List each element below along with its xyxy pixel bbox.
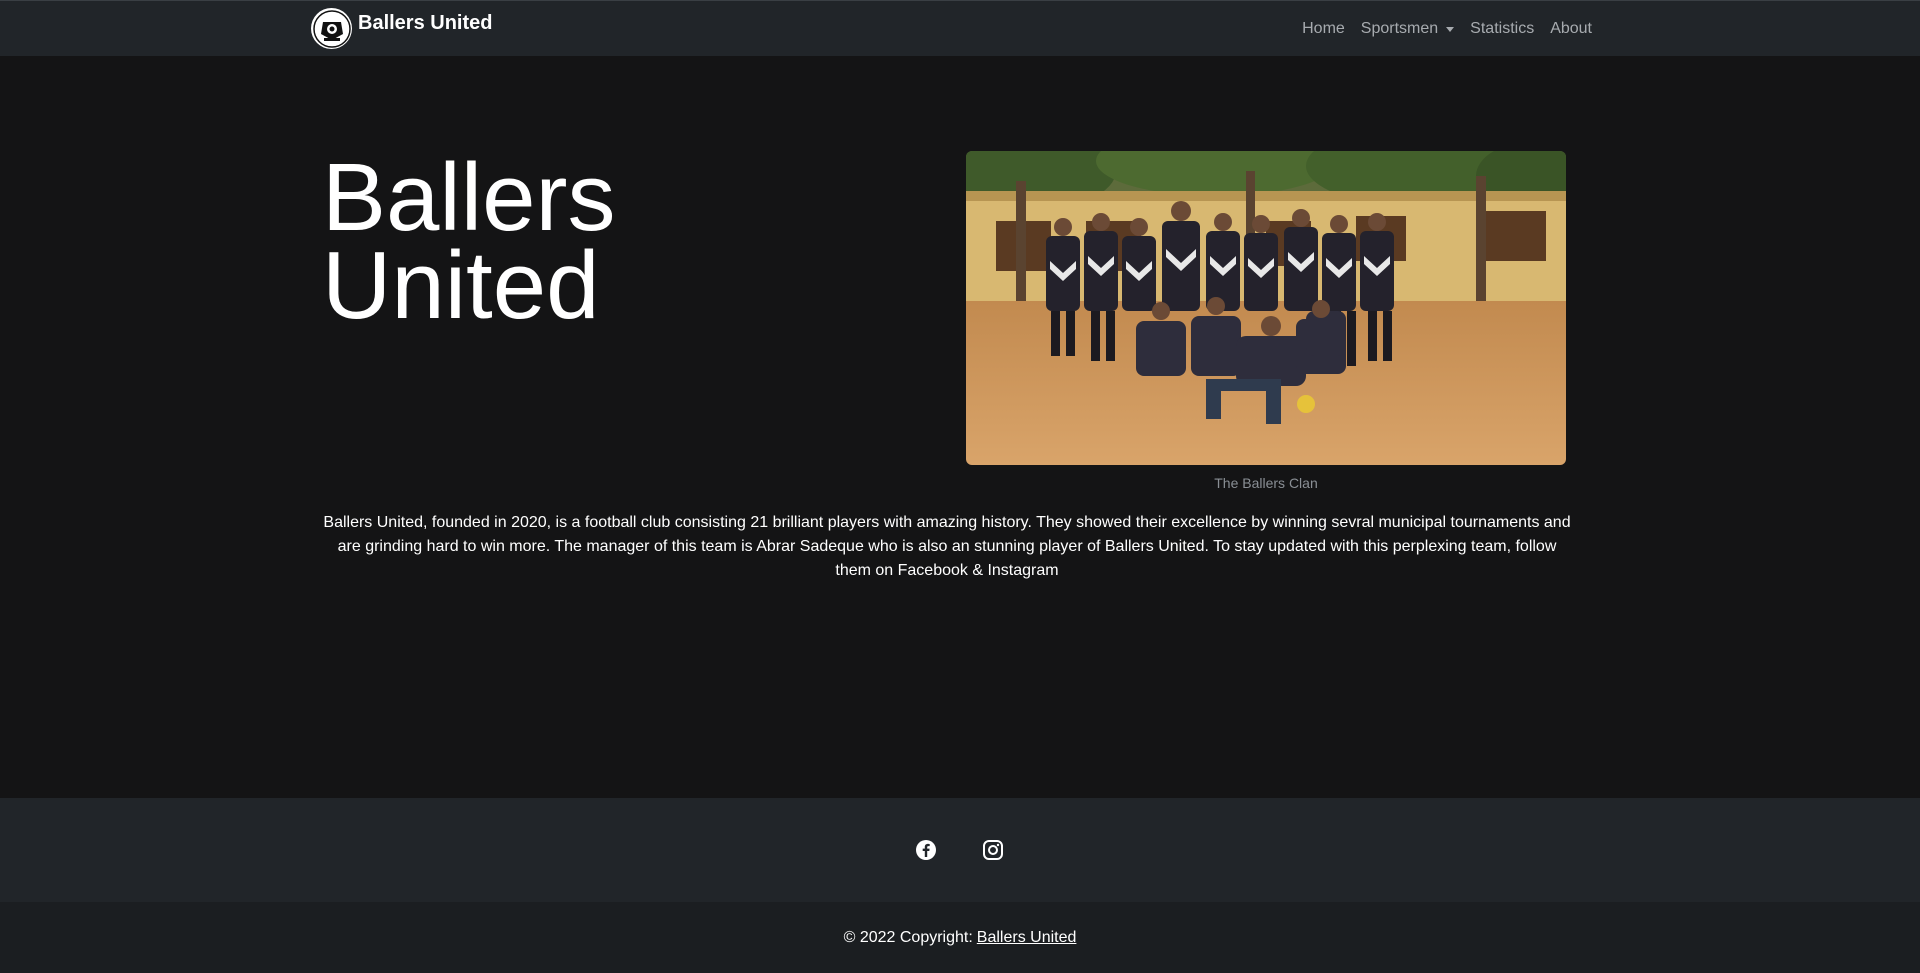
nav-links: Home Sportsmen Statistics About	[1294, 1, 1600, 57]
copyright-link[interactable]: Ballers United	[977, 929, 1077, 947]
navbar: Ballers United Home Sportsmen Statistics…	[0, 0, 1920, 56]
hero-title-line2: United	[322, 232, 600, 339]
club-logo-icon	[311, 8, 352, 49]
instagram-icon[interactable]	[982, 839, 1004, 861]
about-text: Ballers United, founded in 2020, is a fo…	[323, 514, 1571, 579]
brand-name: Ballers United	[358, 12, 493, 34]
chevron-down-icon	[1446, 26, 1455, 32]
team-figure: The Ballers Clan	[966, 151, 1566, 491]
footer-social	[0, 798, 1920, 902]
nav-home[interactable]: Home	[1294, 20, 1353, 38]
nav-sportsmen-label: Sportsmen	[1360, 20, 1439, 37]
footer-copyright: © 2022 Copyright: Ballers United	[0, 902, 1920, 973]
copyright-text: © 2022 Copyright:	[843, 928, 973, 946]
brand-link[interactable]: Ballers United	[311, 8, 492, 49]
photo-caption: The Ballers Clan	[1214, 475, 1318, 491]
nav-statistics[interactable]: Statistics	[1462, 20, 1542, 38]
hero-title: Ballers United	[322, 150, 922, 334]
nav-about[interactable]: About	[1542, 20, 1600, 38]
team-photo	[966, 151, 1566, 465]
facebook-icon[interactable]	[915, 839, 937, 861]
nav-sportsmen-dropdown[interactable]: Sportsmen	[1353, 20, 1462, 38]
